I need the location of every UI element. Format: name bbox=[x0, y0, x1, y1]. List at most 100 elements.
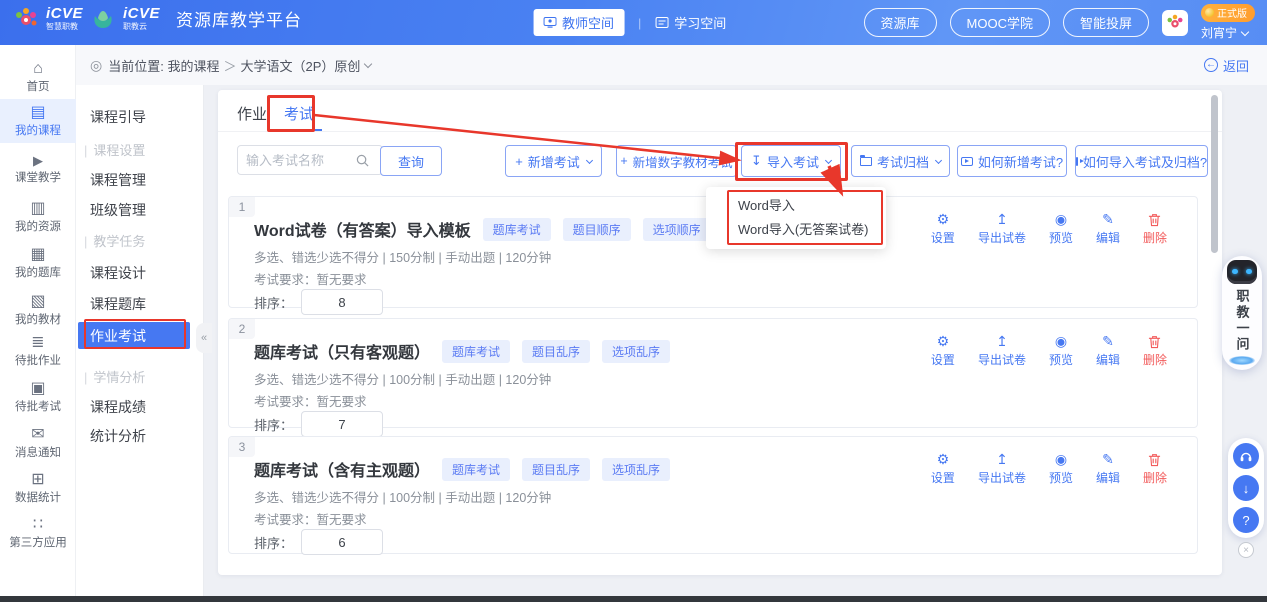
export-paper-button[interactable]: ↥导出试卷 bbox=[978, 211, 1026, 246]
hologram-base-icon bbox=[1229, 356, 1255, 365]
export-icon: ↥ bbox=[996, 333, 1008, 349]
trash-icon bbox=[1148, 211, 1161, 227]
search-input[interactable] bbox=[246, 153, 356, 168]
how-to-add-exam-button[interactable]: 如何新增考试? bbox=[957, 145, 1067, 177]
exam-actions: ⚙设置 ↥导出试卷 ◉预览 ✎编辑 删除 bbox=[931, 451, 1167, 486]
space-switcher: 教师空间 | 学习空间 bbox=[533, 0, 726, 45]
mooc-button[interactable]: MOOC学院 bbox=[950, 8, 1050, 37]
exam-tag: 选项乱序 bbox=[602, 340, 670, 363]
menu-item-course-question-bank[interactable]: 课程题库 bbox=[90, 294, 146, 314]
gear-icon: ⚙ bbox=[937, 451, 950, 467]
sort-input[interactable] bbox=[301, 529, 383, 555]
icve-shell-logo-icon bbox=[91, 7, 115, 31]
sidebar-collapse-button[interactable]: « bbox=[196, 323, 212, 353]
preview-button[interactable]: ◉预览 bbox=[1049, 211, 1073, 246]
menu-item-statistics-analysis[interactable]: 统计分析 bbox=[90, 426, 146, 446]
breadcrumb-separator: ＞ bbox=[223, 56, 236, 75]
dropdown-item-word-import-no-answer[interactable]: Word导入(无答案试卷) bbox=[706, 218, 886, 242]
sidebar-item-my-courses[interactable]: ▤我的课程 bbox=[0, 99, 76, 143]
sidebar-item-my-resources[interactable]: ▥我的资源 bbox=[0, 195, 76, 238]
classroom-teaching-icon: ▶ bbox=[0, 153, 76, 169]
sidebar-item-pending-exams[interactable]: ▣待批考试 bbox=[0, 375, 76, 418]
query-button[interactable]: 查询 bbox=[380, 146, 442, 176]
edit-button[interactable]: ✎编辑 bbox=[1096, 333, 1120, 368]
exam-tag: 选项乱序 bbox=[602, 458, 670, 481]
settings-button[interactable]: ⚙设置 bbox=[931, 211, 955, 246]
menu-header-course-settings: |课程设置 bbox=[84, 140, 145, 159]
customer-service-button[interactable] bbox=[1233, 443, 1259, 469]
exam-tag: 题库考试 bbox=[442, 340, 510, 363]
edit-button[interactable]: ✎编辑 bbox=[1096, 211, 1120, 246]
delete-button[interactable]: 删除 bbox=[1143, 451, 1167, 486]
user-info[interactable]: 正式版 刘宵宁 bbox=[1201, 4, 1255, 41]
chevron-down-icon bbox=[825, 156, 832, 163]
preview-button[interactable]: ◉预览 bbox=[1049, 451, 1073, 486]
settings-button[interactable]: ⚙设置 bbox=[931, 333, 955, 368]
delete-button[interactable]: 删除 bbox=[1143, 211, 1167, 246]
exam-requirement: 考试要求：暂无要求 bbox=[254, 391, 367, 410]
smart-cast-button[interactable]: 智能投屏 bbox=[1063, 8, 1149, 37]
exam-index: 2 bbox=[229, 319, 255, 339]
search-icon[interactable] bbox=[356, 154, 369, 167]
sort-input[interactable] bbox=[301, 411, 383, 437]
exam-search-box[interactable] bbox=[237, 145, 383, 175]
dropdown-item-word-import[interactable]: Word导入 bbox=[706, 194, 886, 218]
exam-index: 3 bbox=[229, 437, 255, 457]
archive-exam-button[interactable]: 考试归档 bbox=[851, 145, 950, 177]
learning-space-tab[interactable]: 学习空间 bbox=[655, 13, 726, 32]
add-exam-button[interactable]: +新增考试 bbox=[505, 145, 602, 177]
export-paper-button[interactable]: ↥导出试卷 bbox=[978, 333, 1026, 368]
sidebar-item-home[interactable]: ⌂首页 bbox=[0, 55, 76, 98]
username[interactable]: 刘宵宁 bbox=[1201, 24, 1248, 41]
course-chevron-down-icon[interactable] bbox=[364, 60, 372, 68]
sort-input[interactable] bbox=[301, 289, 383, 315]
assistant-label: 职教一问 bbox=[1233, 289, 1252, 353]
menu-item-course-guide[interactable]: 课程引导 bbox=[90, 107, 146, 127]
menu-item-course-design[interactable]: 课程设计 bbox=[90, 263, 146, 283]
sidebar-item-question-bank[interactable]: ▦我的题库 bbox=[0, 241, 76, 284]
import-exam-button[interactable]: ↧导入考试 bbox=[741, 145, 841, 177]
delete-button[interactable]: 删除 bbox=[1143, 333, 1167, 368]
how-to-import-exam-button[interactable]: 如何导入考试及归档? bbox=[1075, 145, 1208, 177]
menu-item-course-management[interactable]: 课程管理 bbox=[90, 170, 146, 190]
edit-button[interactable]: ✎编辑 bbox=[1096, 451, 1120, 486]
add-digital-exam-button[interactable]: +新增数字教材考试 bbox=[616, 145, 737, 177]
sort-label: 排序： bbox=[254, 415, 293, 434]
headset-icon bbox=[1239, 450, 1253, 463]
avatar[interactable] bbox=[1162, 10, 1188, 36]
help-button[interactable]: ? bbox=[1233, 507, 1259, 533]
chevron-down-icon bbox=[586, 156, 593, 163]
sidebar-item-textbooks[interactable]: ▧我的教材 bbox=[0, 288, 76, 331]
menu-item-homework-exam-active[interactable]: 作业考试 bbox=[78, 322, 190, 349]
resource-lib-button[interactable]: 资源库 bbox=[864, 8, 937, 37]
back-button[interactable]: ← 返回 bbox=[1204, 56, 1249, 75]
course-menu-sidebar: 课程引导 |课程设置 课程管理 班级管理 |教学任务 课程设计 课程题库 作业考… bbox=[76, 85, 204, 596]
sidebar-item-statistics[interactable]: ⊞数据统计 bbox=[0, 466, 76, 509]
close-floating-button[interactable]: × bbox=[1238, 542, 1254, 558]
export-paper-button[interactable]: ↥导出试卷 bbox=[978, 451, 1026, 486]
download-button[interactable]: ↓ bbox=[1233, 475, 1259, 501]
eye-icon: ◉ bbox=[1055, 211, 1067, 227]
breadcrumb-course[interactable]: 大学语文（2P）原创 bbox=[240, 56, 360, 75]
question-mark-icon: ? bbox=[1242, 513, 1249, 528]
menu-item-course-grades[interactable]: 课程成绩 bbox=[90, 397, 146, 417]
tab-exam-active[interactable]: 考试 bbox=[284, 103, 314, 124]
settings-button[interactable]: ⚙设置 bbox=[931, 451, 955, 486]
top-header: iCVE 智慧职教 iCVE 职教云 资源库教学平台 教师空间 | 学习空间 资… bbox=[0, 0, 1267, 45]
message-icon: ✉ bbox=[0, 425, 76, 444]
menu-item-class-management[interactable]: 班级管理 bbox=[90, 200, 146, 220]
assistant-widget[interactable]: 职教一问 bbox=[1222, 256, 1262, 370]
tab-homework[interactable]: 作业 bbox=[237, 103, 267, 124]
teacher-space-tab[interactable]: 教师空间 bbox=[533, 9, 624, 36]
brand-area: iCVE 智慧职教 iCVE 职教云 资源库教学平台 bbox=[14, 6, 302, 31]
trash-icon bbox=[1148, 333, 1161, 349]
sidebar-item-messages[interactable]: ✉消息通知 bbox=[0, 421, 76, 464]
exam-meta: 多选、错选少选不得分 | 100分制 | 手动出题 | 120分钟 bbox=[254, 487, 551, 506]
eye-icon: ◉ bbox=[1055, 451, 1067, 467]
preview-button[interactable]: ◉预览 bbox=[1049, 333, 1073, 368]
sidebar-item-pending-homework[interactable]: ≣待批作业 bbox=[0, 329, 76, 372]
breadcrumb-bar: ◎ 当前位置: 我的课程 ＞ 大学语文（2P）原创 ← 返回 bbox=[76, 45, 1267, 85]
sidebar-item-third-party[interactable]: ∷第三方应用 bbox=[0, 511, 76, 554]
scrollbar-thumb[interactable] bbox=[1211, 95, 1218, 253]
sidebar-item-classroom-teaching[interactable]: ▶课堂教学 bbox=[0, 149, 76, 189]
